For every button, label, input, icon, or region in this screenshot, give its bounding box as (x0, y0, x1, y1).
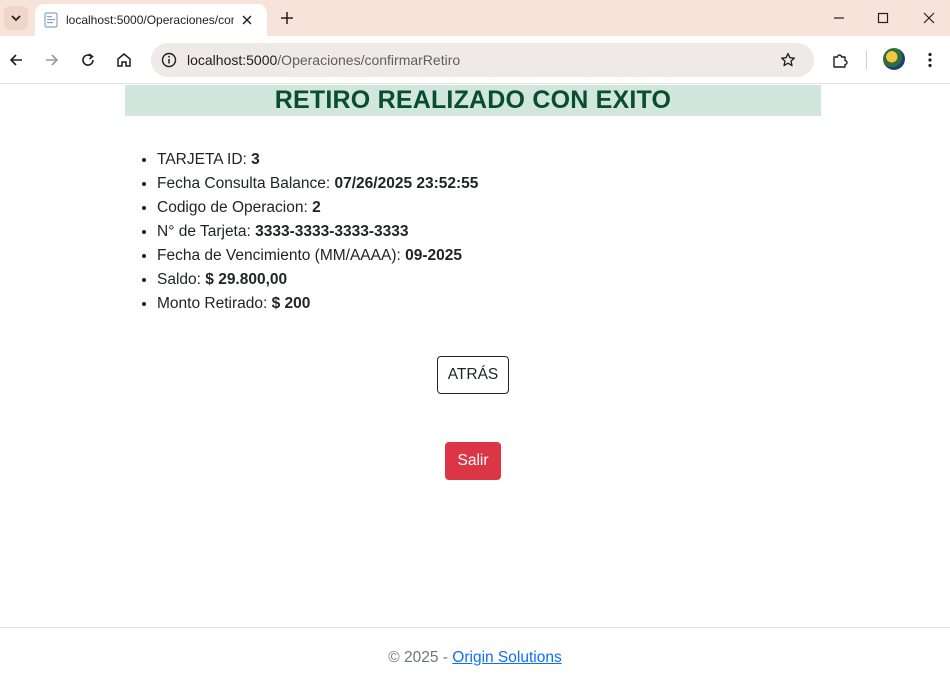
back-page-button[interactable]: ATRÁS (437, 356, 509, 394)
reload-icon (82, 53, 94, 66)
page-title: RETIRO REALIZADO CON EXITO (274, 86, 672, 114)
minimize-button[interactable] (827, 6, 851, 30)
list-item: Fecha de Vencimiento (MM/AAAA): 09-2025 (157, 244, 478, 268)
detail-value: $ 29.800,00 (205, 271, 288, 288)
extensions-button[interactable] (828, 48, 852, 72)
url-text: localhost:5000/Operaciones/confirmarReti… (187, 52, 460, 68)
forward-arrow-icon (46, 54, 59, 66)
favicon-icon (44, 12, 58, 28)
browser-tab[interactable]: localhost:5000/Operaciones/confirmarReti… (35, 4, 267, 36)
avatar[interactable] (883, 48, 905, 70)
footer-divider (0, 627, 950, 628)
reload-button[interactable] (76, 48, 100, 72)
chevron-down-icon (11, 15, 21, 22)
minimize-icon (834, 17, 844, 19)
toolbar-separator (866, 51, 867, 69)
footer: © 2025 - Origin Solutions (0, 648, 950, 668)
back-arrow-icon (9, 54, 22, 66)
success-banner: RETIRO REALIZADO CON EXITO (125, 85, 821, 116)
plus-icon (281, 12, 293, 24)
tab-strip: localhost:5000/Operaciones/confirmarReti… (0, 0, 950, 36)
forward-button[interactable] (40, 48, 64, 72)
detail-label: Saldo: (157, 271, 206, 288)
exit-button[interactable]: Salir (445, 442, 501, 480)
list-item: Saldo: $ 29.800,00 (157, 268, 478, 292)
maximize-button[interactable] (871, 6, 895, 30)
detail-label: TARJETA ID: (157, 151, 252, 168)
extensions-icon (833, 54, 848, 68)
footer-link[interactable]: Origin Solutions (452, 649, 561, 666)
tab-close-button[interactable] (239, 12, 255, 28)
detail-value: 2 (312, 199, 321, 216)
list-item: TARJETA ID: 3 (157, 148, 478, 172)
detail-value: 09-2025 (405, 247, 462, 264)
window-close-icon (923, 12, 935, 24)
home-icon (117, 53, 131, 67)
detail-label: Monto Retirado: (157, 295, 272, 312)
close-icon (242, 15, 252, 25)
detail-label: N° de Tarjeta: (157, 223, 256, 240)
tab-search-button[interactable] (4, 6, 28, 30)
maximize-icon (877, 12, 889, 24)
url-path: /Operaciones/confirmarRetiro (277, 52, 461, 68)
list-item: Fecha Consulta Balance: 07/26/2025 23:52… (157, 172, 478, 196)
list-item: Monto Retirado: $ 200 (157, 292, 478, 316)
detail-label: Fecha de Vencimiento (MM/AAAA): (157, 247, 406, 264)
detail-label: Codigo de Operacion: (157, 199, 313, 216)
window-close-button[interactable] (917, 6, 941, 30)
detail-value: 07/26/2025 23:52:55 (334, 175, 479, 192)
list-item: Codigo de Operacion: 2 (157, 196, 478, 220)
home-button[interactable] (112, 48, 136, 72)
detail-value: 3333-3333-3333-3333 (255, 223, 409, 240)
more-vert-icon (928, 52, 932, 68)
operation-details-list: TARJETA ID: 3 Fecha Consulta Balance: 07… (157, 148, 478, 316)
address-bar[interactable]: localhost:5000/Operaciones/confirmarReti… (151, 43, 814, 77)
site-info-icon (161, 52, 177, 68)
star-icon (780, 52, 796, 67)
list-item: N° de Tarjeta: 3333-3333-3333-3333 (157, 220, 478, 244)
back-button[interactable] (4, 48, 28, 72)
browser-toolbar: localhost:5000/Operaciones/confirmarReti… (0, 36, 950, 84)
tab-title: localhost:5000/Operaciones/confirmarReti… (66, 13, 234, 27)
site-info-button[interactable] (159, 50, 179, 70)
page-content: RETIRO REALIZADO CON EXITO TARJETA ID: 3… (0, 85, 950, 684)
menu-button[interactable] (918, 48, 942, 72)
footer-copyright: © 2025 - (388, 649, 453, 666)
detail-label: Fecha Consulta Balance: (157, 175, 335, 192)
detail-value: $ 200 (271, 295, 311, 312)
detail-value: 3 (251, 151, 260, 168)
bookmark-button[interactable] (778, 50, 798, 70)
new-tab-button[interactable] (276, 7, 298, 29)
url-host: localhost:5000 (187, 52, 278, 68)
